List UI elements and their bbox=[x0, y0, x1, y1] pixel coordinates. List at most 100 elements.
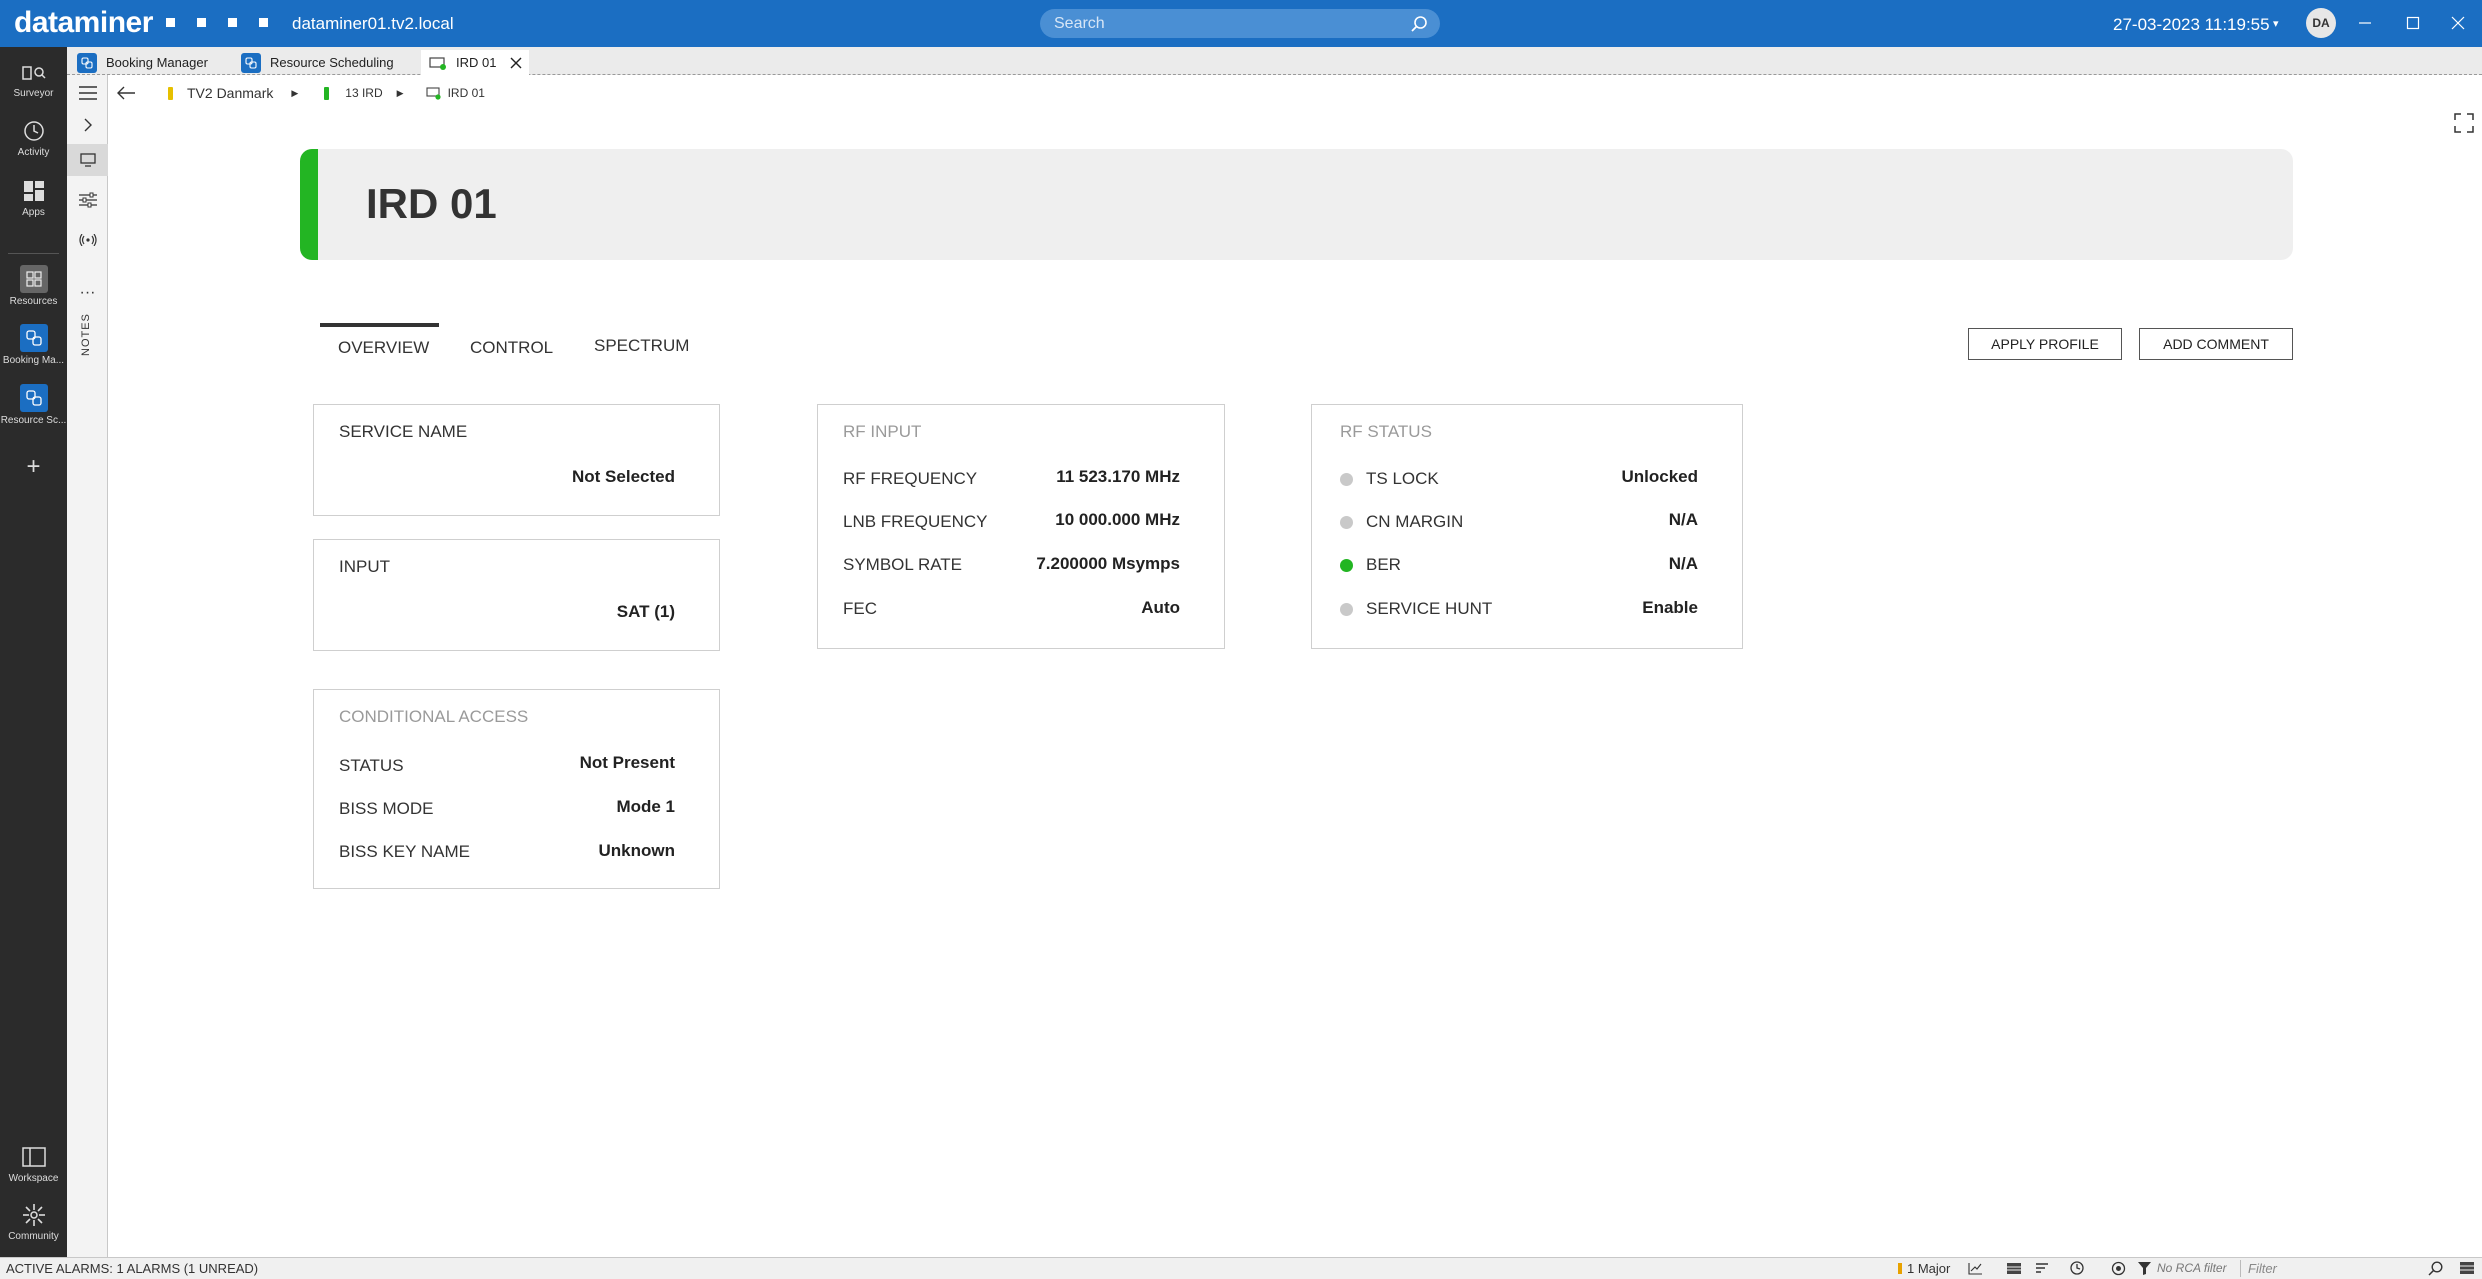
tab-booking-manager[interactable]: Booking Manager bbox=[77, 50, 218, 75]
rail-item-activity[interactable]: Activity bbox=[0, 118, 67, 158]
back-arrow-icon[interactable] bbox=[116, 85, 136, 101]
rf-status-panel: RF STATUS TS LOCK Unlocked CN MARGIN N/A… bbox=[1311, 404, 1743, 649]
rail-label: Activity bbox=[17, 147, 50, 158]
major-alarm-label: 1 Major bbox=[1907, 1261, 1951, 1276]
add-app-icon[interactable]: + bbox=[0, 453, 67, 481]
sort-icon[interactable] bbox=[2035, 1262, 2049, 1275]
rail-label: Community bbox=[8, 1231, 59, 1242]
rca-icon[interactable] bbox=[2111, 1261, 2126, 1276]
fullscreen-icon[interactable] bbox=[2454, 113, 2474, 133]
biss-mode-value: Mode 1 bbox=[616, 797, 675, 816]
tab-ird-01[interactable]: IRD 01 bbox=[421, 50, 529, 75]
clock: 27-03-2023 11:19:55 bbox=[2113, 15, 2270, 34]
rail-item-resources[interactable]: Resources bbox=[0, 265, 67, 307]
tab-control[interactable]: CONTROL bbox=[470, 338, 553, 358]
rf-frequency-value: 11 523.170 MHz bbox=[1056, 467, 1180, 486]
conditional-access-panel: CONDITIONAL ACCESS STATUS Not Present BI… bbox=[313, 689, 720, 889]
user-avatar[interactable]: DA bbox=[2306, 8, 2336, 38]
tab-resource-scheduling[interactable]: Resource Scheduling bbox=[241, 50, 404, 75]
ber-indicator-icon bbox=[1340, 559, 1353, 572]
expand-panel-icon[interactable] bbox=[67, 109, 108, 141]
rail-item-apps[interactable]: Apps bbox=[0, 178, 67, 218]
breadcrumb-item-element[interactable]: IRD 01 bbox=[448, 86, 485, 100]
search-icon[interactable] bbox=[1410, 15, 1428, 33]
ts-lock-label: TS LOCK bbox=[1366, 469, 1439, 488]
list-view-icon[interactable] bbox=[2007, 1263, 2021, 1274]
quick-square-icon[interactable] bbox=[166, 18, 175, 27]
workspace-icon bbox=[21, 1144, 47, 1170]
apply-profile-button[interactable]: APPLY PROFILE bbox=[1968, 328, 2122, 360]
breadcrumb-item-subview[interactable]: 13 IRD bbox=[345, 86, 382, 100]
alarm-filter-input[interactable] bbox=[2248, 1259, 2428, 1278]
lnb-frequency-value: 10 000.000 MHz bbox=[1055, 510, 1180, 529]
ts-lock-indicator-icon bbox=[1340, 473, 1353, 486]
activity-icon bbox=[21, 118, 47, 144]
service-name-value: Not Selected bbox=[572, 467, 675, 486]
quick-square-icon[interactable] bbox=[197, 18, 206, 27]
rail-item-resource-scheduling[interactable]: Resource Sc... bbox=[0, 384, 67, 426]
card-tab-bar: Booking Manager Resource Scheduling IRD … bbox=[67, 47, 2482, 75]
active-alarms-text[interactable]: ACTIVE ALARMS: 1 ALARMS (1 UNREAD) bbox=[6, 1261, 258, 1276]
panel-title: RF STATUS bbox=[1340, 422, 1432, 441]
hostname: dataminer01.tv2.local bbox=[292, 14, 454, 33]
top-quick-squares bbox=[166, 18, 268, 27]
settings-sliders-icon[interactable] bbox=[67, 184, 108, 216]
hamburger-menu-icon[interactable] bbox=[67, 77, 108, 109]
minimize-icon[interactable] bbox=[2352, 10, 2378, 36]
filter-funnel-icon bbox=[2138, 1261, 2151, 1275]
history-icon[interactable] bbox=[2070, 1261, 2084, 1275]
search-input[interactable] bbox=[1054, 13, 1394, 34]
signal-icon[interactable] bbox=[67, 224, 108, 256]
ber-label: BER bbox=[1366, 555, 1401, 574]
breadcrumb-item-view[interactable]: TV2 Danmark bbox=[187, 85, 273, 101]
collapse-alarm-bar-icon[interactable] bbox=[2460, 1262, 2474, 1274]
rail-item-surveyor[interactable]: Surveyor bbox=[0, 59, 67, 99]
add-comment-button[interactable]: ADD COMMENT bbox=[2139, 328, 2293, 360]
rca-filter[interactable]: No RCA filter bbox=[2138, 1261, 2227, 1275]
quick-square-icon[interactable] bbox=[259, 18, 268, 27]
more-options-icon[interactable]: ··· bbox=[67, 277, 108, 309]
rail-label: Workspace bbox=[8, 1173, 59, 1184]
biss-key-name-value: Unknown bbox=[598, 841, 676, 860]
panel-title: SERVICE NAME bbox=[339, 422, 468, 441]
major-severity-icon bbox=[1898, 1263, 1902, 1274]
cn-margin-indicator-icon bbox=[1340, 516, 1353, 529]
search-box[interactable] bbox=[1040, 9, 1440, 38]
card-side-strip: ··· bbox=[67, 75, 108, 1257]
symbol-rate-value: 7.200000 Msymps bbox=[1036, 554, 1180, 573]
panel-title: CONDITIONAL ACCESS bbox=[339, 707, 529, 726]
major-alarm-count[interactable]: 1 Major bbox=[1898, 1261, 1950, 1276]
cn-margin-value: N/A bbox=[1668, 510, 1698, 529]
tab-spectrum[interactable]: SPECTRUM bbox=[594, 336, 689, 356]
close-tab-icon[interactable] bbox=[510, 57, 522, 69]
clock-dropdown-icon[interactable]: ▾ bbox=[2273, 17, 2279, 30]
rail-item-community[interactable]: Community bbox=[0, 1202, 67, 1242]
maximize-icon[interactable] bbox=[2400, 10, 2426, 36]
view-status-icon bbox=[324, 86, 330, 100]
element-header: IRD 01 bbox=[300, 149, 2293, 260]
trend-icon[interactable] bbox=[1968, 1262, 1983, 1275]
filter-search-icon[interactable] bbox=[2428, 1261, 2443, 1276]
tab-overview[interactable]: OVERVIEW bbox=[338, 338, 429, 358]
view-status-icon bbox=[168, 86, 173, 100]
status-divider bbox=[2240, 1260, 2241, 1277]
element-status-bar bbox=[300, 149, 318, 260]
brand-logo[interactable]: dataminer bbox=[14, 6, 153, 40]
service-hunt-value: Enable bbox=[1642, 598, 1698, 617]
panel-title: RF INPUT bbox=[843, 422, 922, 441]
tab-label: IRD 01 bbox=[456, 55, 497, 70]
rail-item-workspace[interactable]: Workspace bbox=[0, 1144, 67, 1184]
page-title: IRD 01 bbox=[366, 180, 497, 227]
surveyor-icon bbox=[21, 59, 47, 85]
close-window-icon[interactable] bbox=[2445, 10, 2471, 36]
rf-input-panel: RF INPUT RF FREQUENCY 11 523.170 MHz LNB… bbox=[817, 404, 1225, 649]
data-display-icon[interactable] bbox=[67, 144, 108, 176]
quick-square-icon[interactable] bbox=[228, 18, 237, 27]
rail-item-booking-manager[interactable]: Booking Ma... bbox=[0, 324, 67, 366]
notes-tab[interactable]: NOTES bbox=[80, 313, 92, 356]
ca-status-label: STATUS bbox=[339, 756, 404, 775]
ber-value: N/A bbox=[1668, 554, 1698, 573]
element-card-icon bbox=[426, 86, 441, 100]
rf-frequency-label: RF FREQUENCY bbox=[843, 469, 978, 488]
symbol-rate-label: SYMBOL RATE bbox=[843, 555, 963, 574]
